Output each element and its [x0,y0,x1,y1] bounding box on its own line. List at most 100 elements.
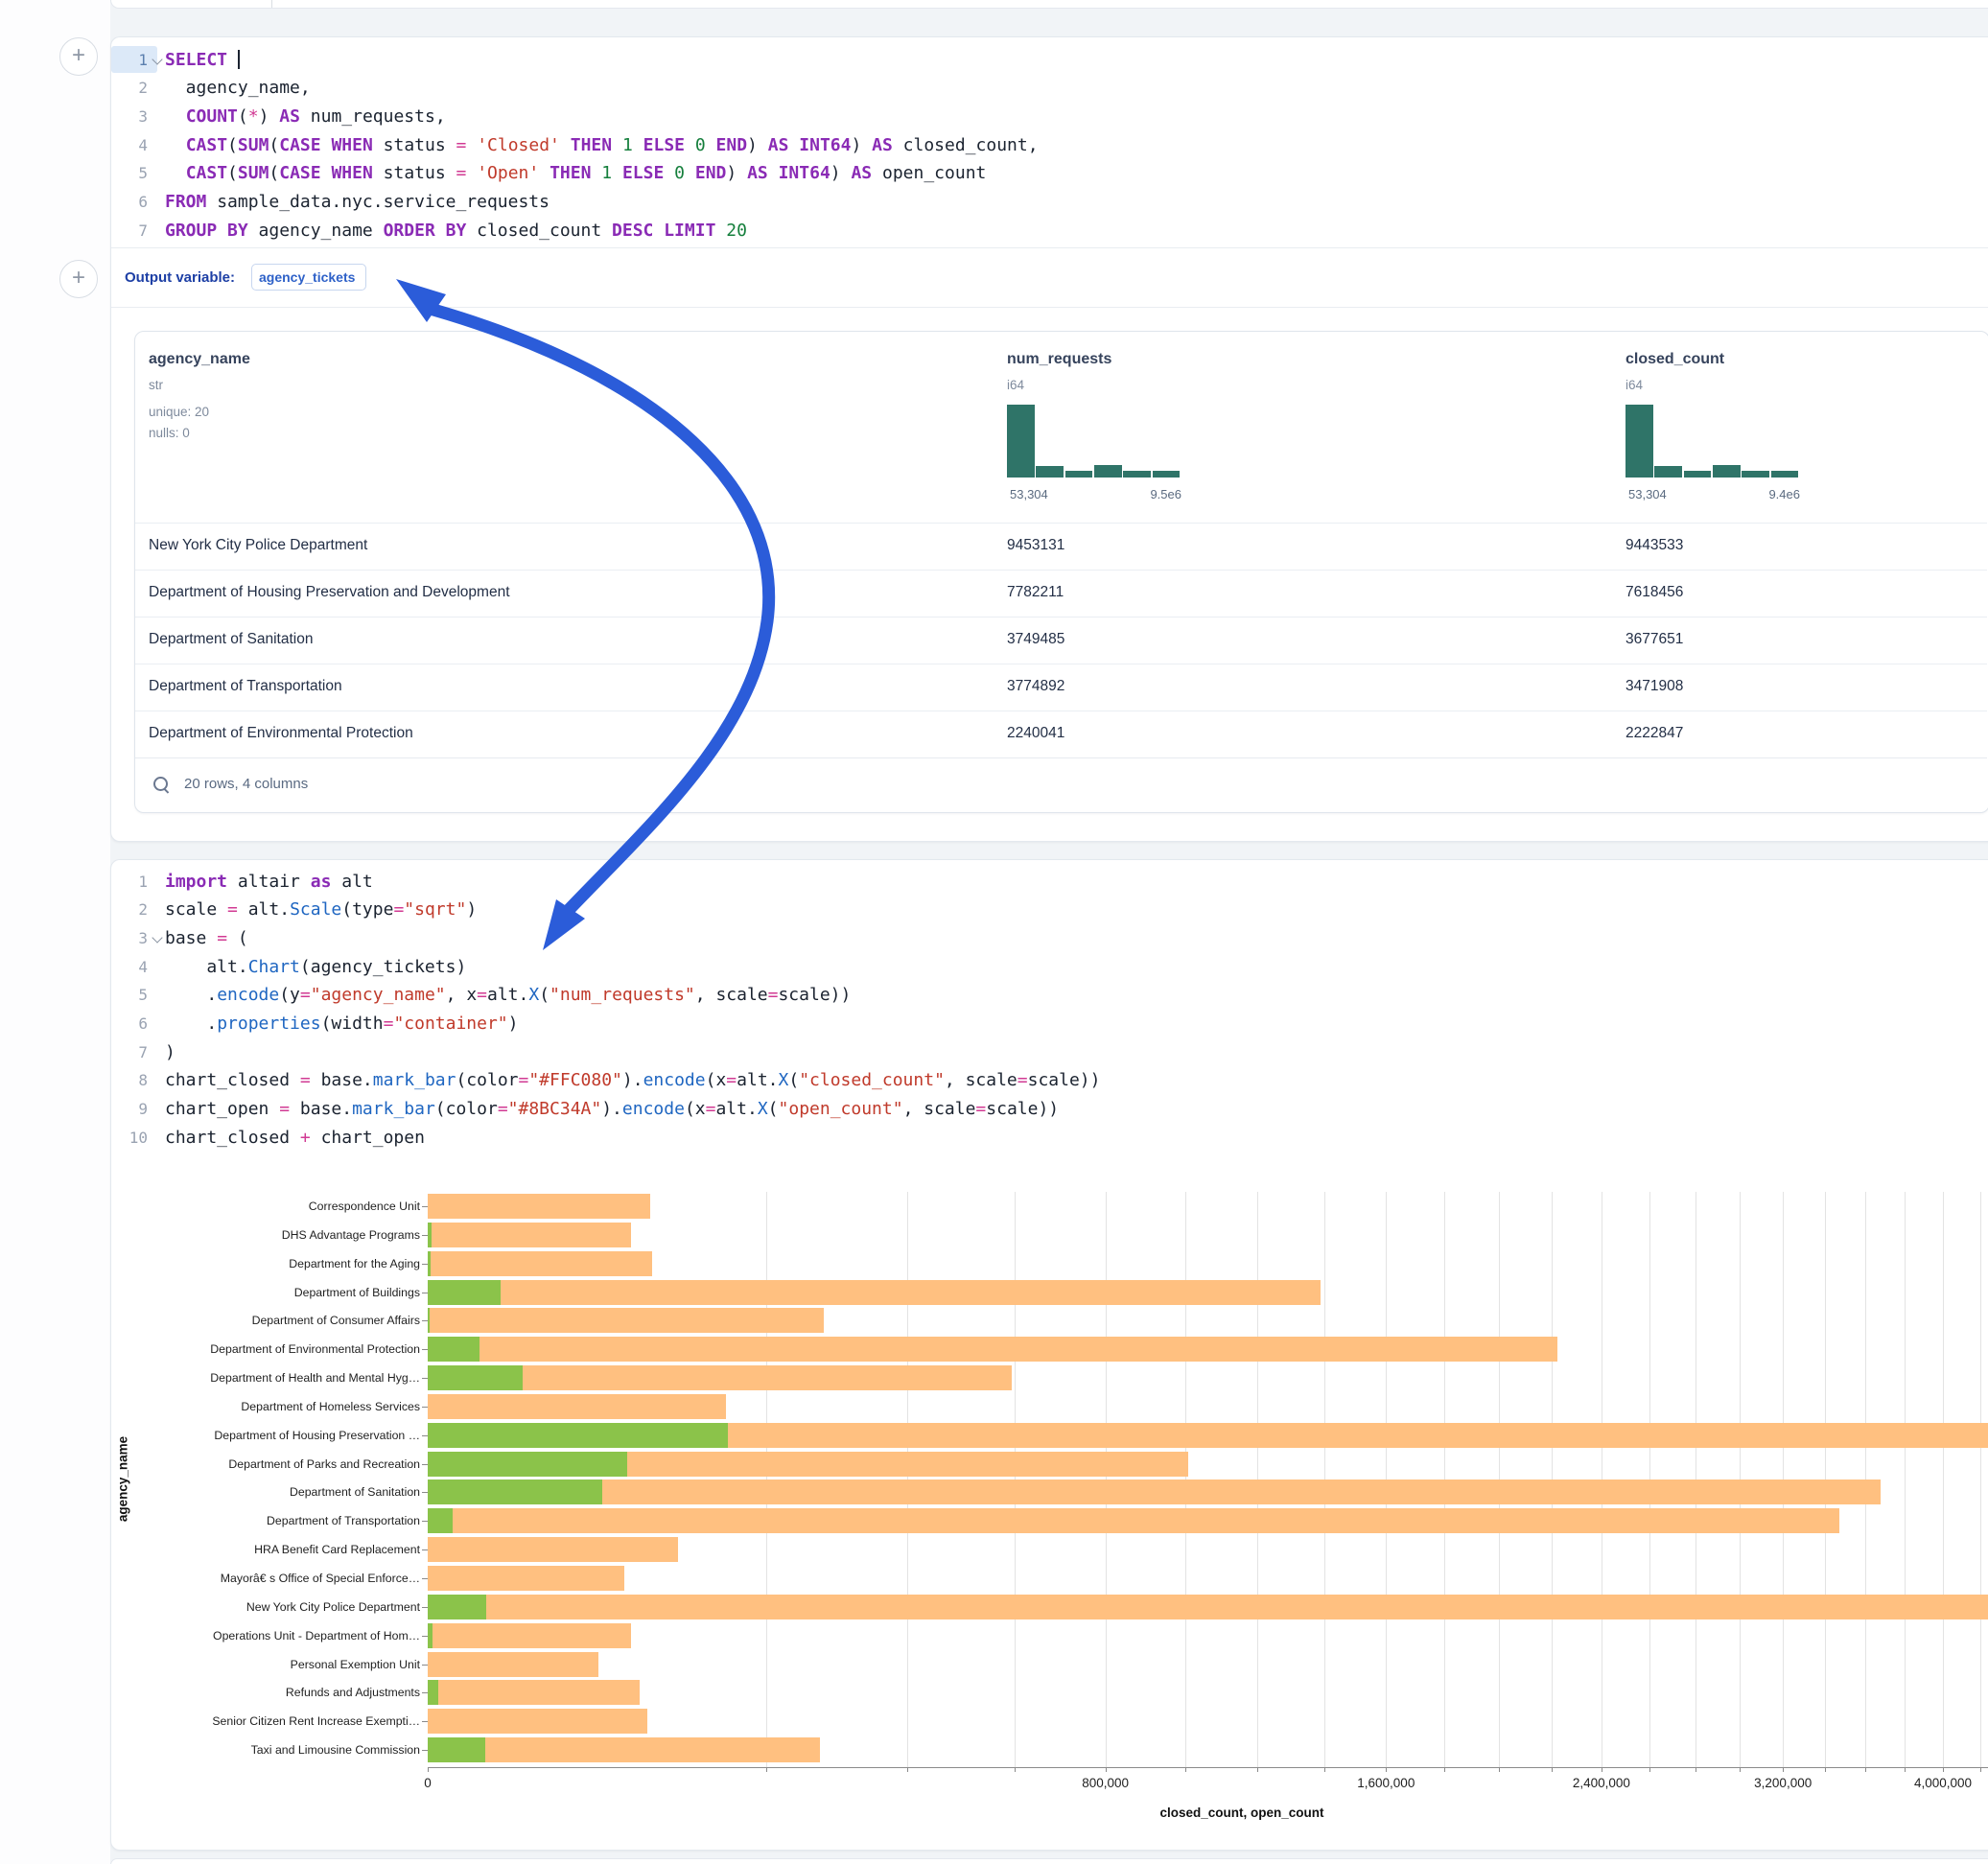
notebook-page: + + 1SELECT 2 agency_name,3 COUNT(*) AS … [0,0,1988,1864]
code-token: LIMIT [664,221,715,241]
code-token: = [279,1099,290,1119]
code-token: + [300,1128,311,1148]
search-icon[interactable] [153,777,168,791]
code-token: WHEN [331,135,372,155]
bar-closed-count [428,1537,678,1562]
code-token [466,163,477,183]
bar-closed-count [428,1623,631,1648]
code-token: CASE [279,163,320,183]
bar-closed-count [428,1194,650,1219]
bar-closed-count [428,1280,1321,1305]
code-token: import [165,872,227,892]
code-token: Chart [248,957,300,977]
code-token: chart_closed [165,1128,300,1148]
code-line[interactable]: GROUP BY agency_name ORDER BY closed_cou… [165,217,747,245]
code-token: ) [726,163,747,183]
y-axis-label: Department of Homeless Services [132,1400,420,1413]
code-token: FROM [165,192,206,212]
add-cell-button-top[interactable]: + [59,37,98,76]
code-token: X [779,1070,789,1090]
histogram-max-label: 9.5e6 [1124,487,1181,501]
code-token: AS [872,135,893,155]
code-token: X [528,985,539,1005]
code-token: ELSE [643,135,685,155]
code-line[interactable]: alt.Chart(agency_tickets) [165,953,466,981]
code-token: "open_count" [779,1099,903,1119]
output-variable-pill[interactable]: agency_tickets [251,264,366,291]
code-line[interactable]: chart_open = base.mark_bar(color="#8BC34… [165,1095,1059,1123]
code-line[interactable]: chart_closed = base.mark_bar(color="#FFC… [165,1066,1100,1094]
code-line[interactable]: CAST(SUM(CASE WHEN status = 'Open' THEN … [165,159,986,187]
y-axis-label: Department for the Aging [132,1257,420,1270]
y-axis-label: Operations Unit - Department of Hom… [132,1629,420,1643]
bar-open-count [428,1423,728,1448]
footer-separator [135,757,1987,758]
code-line[interactable]: .encode(y="agency_name", x=alt.X("num_re… [165,981,851,1009]
x-tick-label: 3,200,000 [1716,1776,1850,1790]
x-tick-label: 2,400,000 [1534,1776,1669,1790]
code-token: END [695,163,727,183]
bar-closed-count [428,1251,652,1276]
bar-open-count [428,1480,602,1504]
bar-open-count [428,1680,438,1705]
code-token: ) [830,163,852,183]
x-tick-label: 1,600,000 [1319,1776,1453,1790]
code-token: 20 [726,221,747,241]
code-token: AS [747,163,768,183]
table-cell: 3677651 [1625,631,1683,648]
code-token: status [373,163,456,183]
bar-closed-count [428,1652,598,1677]
code-token [715,221,726,241]
x-tick-label: 0 [361,1776,495,1790]
histogram-bar [1036,466,1064,478]
code-token: WHEN [331,163,372,183]
code-token: = [706,1099,716,1119]
code-token: (x [706,1070,727,1090]
x-axis-line [428,1767,1988,1768]
histogram-max-label: 9.4e6 [1742,487,1800,501]
code-token: 'Closed' [477,135,560,155]
table-cell: 7782211 [1007,584,1064,601]
code-line[interactable]: .properties(width="container") [165,1010,519,1037]
code-token: = [384,1014,394,1034]
histogram-bar [1654,466,1682,478]
code-token: sample_data.nyc.service_requests [206,192,550,212]
code-line[interactable]: chart_closed + chart_open [165,1124,425,1152]
code-token: chart_closed [165,1070,300,1090]
code-line[interactable]: import altair as alt [165,868,373,896]
y-axis-label: Senior Citizen Rent Increase Exempti… [132,1714,420,1728]
add-cell-button-output[interactable]: + [59,260,98,298]
table-cell: New York City Police Department [149,537,367,554]
code-token: scale [165,899,227,920]
code-line[interactable]: COUNT(*) AS num_requests, [165,103,446,130]
code-token: COUNT [186,106,238,127]
column-header[interactable]: agency_name [149,351,250,368]
line-number: 6 [113,188,148,216]
code-token: SELECT [165,50,227,70]
code-token [612,163,622,183]
code-token: base. [290,1099,352,1119]
code-line[interactable]: base = ( [165,924,248,952]
code-token: ) [851,135,872,155]
code-line[interactable]: SELECT [165,46,240,74]
column-header[interactable]: num_requests [1007,351,1111,368]
code-token: = [227,899,238,920]
line-number: 4 [113,131,148,159]
y-axis-label: Refunds and Adjustments [132,1686,420,1699]
code-line[interactable]: FROM sample_data.nyc.service_requests [165,188,550,216]
code-token: encode [622,1099,685,1119]
gridline [1980,1192,1981,1767]
code-token: alt [331,872,372,892]
code-line[interactable]: CAST(SUM(CASE WHEN status = 'Closed' THE… [165,131,1039,159]
code-line[interactable]: scale = alt.Scale(type="sqrt") [165,896,477,923]
code-token: (agency_tickets) [300,957,466,977]
code-token: 0 [674,163,685,183]
column-header[interactable]: closed_count [1625,351,1724,368]
table-cell: Department of Sanitation [149,631,313,648]
code-token: = [300,985,311,1005]
code-line[interactable]: ) [165,1038,175,1066]
line-number: 10 [113,1124,148,1152]
y-axis-label: DHS Advantage Programs [132,1228,420,1242]
code-token: "sqrt" [404,899,466,920]
code-line[interactable]: agency_name, [165,74,311,102]
